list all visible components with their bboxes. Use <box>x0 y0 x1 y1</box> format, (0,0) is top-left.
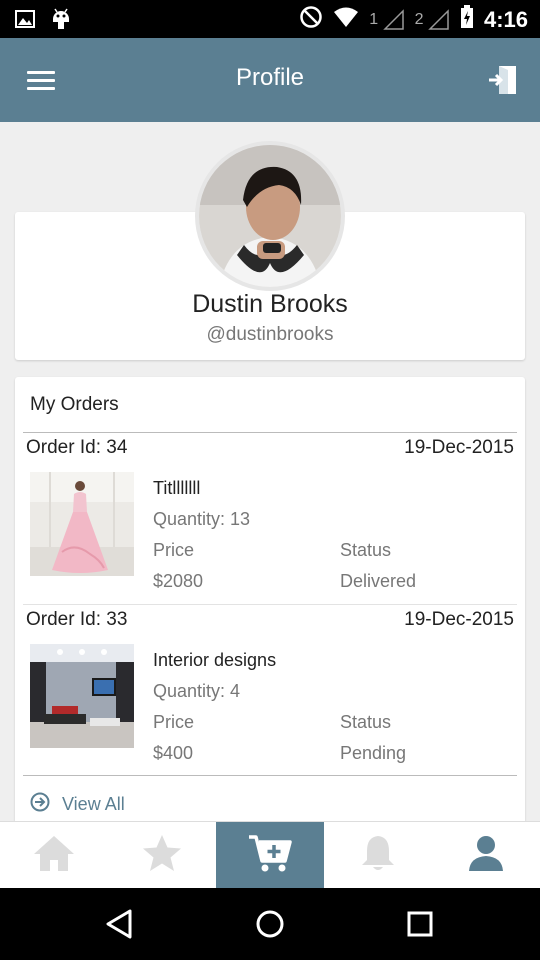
do-not-disturb-icon <box>299 5 323 35</box>
sim1-signal: 1 <box>369 9 404 31</box>
star-icon <box>141 833 183 878</box>
tab-profile[interactable] <box>432 822 540 888</box>
home-icon <box>32 833 76 878</box>
section-title: My Orders <box>30 394 119 415</box>
status-bar: 1 2 4:16 <box>0 0 540 38</box>
home-circle-icon[interactable] <box>252 906 288 942</box>
status-label: Status <box>340 712 392 732</box>
my-orders-card: My Orders Order Id: 34 19-Dec-2015 Titll… <box>15 377 525 827</box>
cart-add-icon <box>247 833 293 878</box>
order-product-name: Interior designs <box>153 650 277 670</box>
tab-notifications[interactable] <box>324 822 432 888</box>
view-all-link[interactable]: View All <box>30 792 125 817</box>
page-title: Profile <box>235 64 305 91</box>
view-all-label: View All <box>62 794 125 814</box>
android-icon <box>50 7 72 36</box>
arrow-circle-right-icon <box>30 792 50 817</box>
order-quantity: Quantity: 13 <box>153 509 251 529</box>
tab-home[interactable] <box>0 822 108 888</box>
clock-time: 4:16 <box>483 7 528 32</box>
order-date: 19-Dec-2015 <box>404 437 514 458</box>
image-icon <box>14 8 36 35</box>
system-navigation-bar <box>0 888 540 960</box>
person-icon <box>466 833 506 878</box>
tab-cart[interactable] <box>216 822 324 888</box>
app-bar: Profile <box>0 38 540 122</box>
bell-icon <box>360 833 396 878</box>
status-label: Status <box>340 540 392 560</box>
divider <box>23 775 517 776</box>
bottom-navigation <box>0 821 540 888</box>
order-status: Delivered <box>340 571 417 591</box>
profile-handle: @dustinbrooks <box>206 324 334 345</box>
order-id: Order Id: 33 <box>26 609 128 630</box>
order-product-name: Titlllllll <box>153 478 201 498</box>
order-item[interactable]: Order Id: 34 19-Dec-2015 Titlllllll Quan… <box>15 433 525 605</box>
order-item[interactable]: Order Id: 33 19-Dec-2015 Interior design… <box>15 605 525 777</box>
sim2-signal: 2 <box>415 9 450 31</box>
order-quantity: Quantity: 4 <box>153 681 241 701</box>
profile-name: Dustin Brooks <box>192 290 348 318</box>
logout-icon[interactable] <box>486 62 522 98</box>
order-date: 19-Dec-2015 <box>404 609 514 630</box>
back-icon[interactable] <box>102 906 138 942</box>
order-thumbnail[interactable] <box>30 644 134 748</box>
order-price: $400 <box>153 743 194 763</box>
order-thumbnail[interactable] <box>30 472 134 576</box>
price-label: Price <box>153 540 195 560</box>
avatar[interactable] <box>195 141 345 291</box>
order-status: Pending <box>340 743 407 763</box>
tab-favorites[interactable] <box>108 822 216 888</box>
wifi-icon <box>333 6 359 34</box>
battery-icon <box>460 5 474 35</box>
order-price: $2080 <box>153 571 204 591</box>
price-label: Price <box>153 712 195 732</box>
order-id: Order Id: 34 <box>26 437 128 458</box>
recents-icon[interactable] <box>402 906 438 942</box>
